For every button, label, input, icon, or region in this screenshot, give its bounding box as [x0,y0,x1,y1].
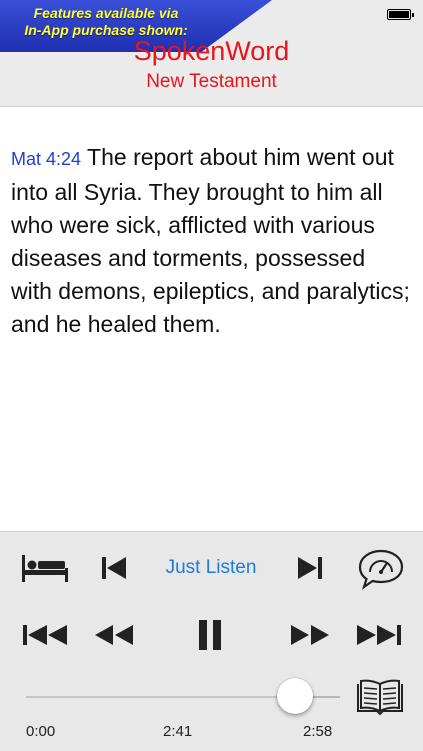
fast-forward-button[interactable] [288,623,332,647]
speed-gauge-icon [358,549,404,590]
verse-panel: Mat 4:24 The report about him went out in… [0,107,423,531]
audio-player: Just Listen 0:00 2:41 2:58 [0,531,423,751]
skip-to-end-icon [357,625,401,645]
battery-icon [387,9,414,20]
verse-text: The report about him went out into all S… [11,144,410,337]
previous-track-button[interactable] [98,553,130,583]
rewind-icon [95,625,133,645]
previous-track-icon [102,557,126,579]
time-current: 2:41 [163,723,193,740]
banner-line-1: Features available via [33,5,179,21]
next-track-icon [298,557,322,579]
app-header: Features available via In-App purchase s… [0,0,423,107]
just-listen-button[interactable]: Just Listen [148,557,274,579]
playback-speed-button[interactable] [356,547,406,591]
app-title: SpokenWord [133,36,290,66]
app-subtitle: New Testament [146,71,277,92]
time-end: 2:58 [303,723,333,740]
next-track-button[interactable] [294,553,326,583]
book-chapter-button[interactable] [354,677,406,717]
progress-slider-thumb[interactable] [277,678,314,714]
verse-reference[interactable]: Mat 4:24 [11,149,81,169]
skip-to-start-button[interactable] [20,621,70,649]
book-icon [357,679,403,716]
pause-button[interactable] [192,618,228,652]
verse-text-block: Mat 4:24 The report about him went out in… [11,141,411,341]
rewind-button[interactable] [92,623,136,647]
time-start: 0:00 [26,723,56,740]
skip-to-end-button[interactable] [354,621,404,649]
pause-icon [199,620,221,650]
sleep-timer-icon [22,555,68,582]
fast-forward-icon [291,625,329,645]
skip-to-start-icon [23,625,67,645]
sleep-timer-button[interactable] [18,549,72,587]
progress-fill [26,696,296,698]
